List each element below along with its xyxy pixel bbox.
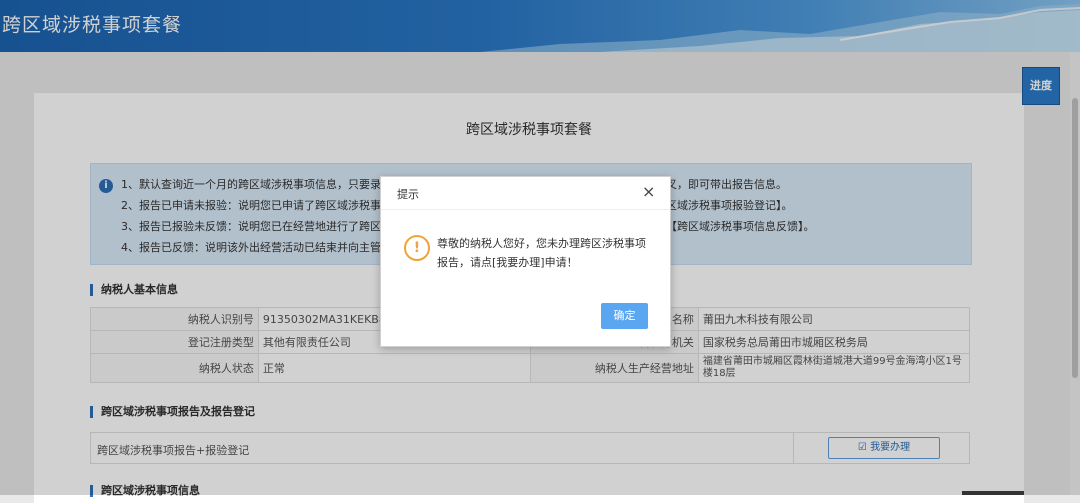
warning-icon: !: [404, 235, 430, 261]
dialog-title: 提示: [397, 188, 419, 201]
dialog-header: 提示 ×: [381, 177, 670, 210]
dialog-message: 尊敬的纳税人您好，您未办理跨区涉税事项报告，请点[我要办理]申请！: [437, 237, 646, 269]
close-icon[interactable]: ×: [642, 183, 655, 201]
prompt-dialog: 提示 × ! 尊敬的纳税人您好，您未办理跨区涉税事项报告，请点[我要办理]申请！…: [380, 176, 671, 347]
confirm-button[interactable]: 确定: [601, 303, 648, 329]
bottom-bar: [962, 491, 1024, 495]
